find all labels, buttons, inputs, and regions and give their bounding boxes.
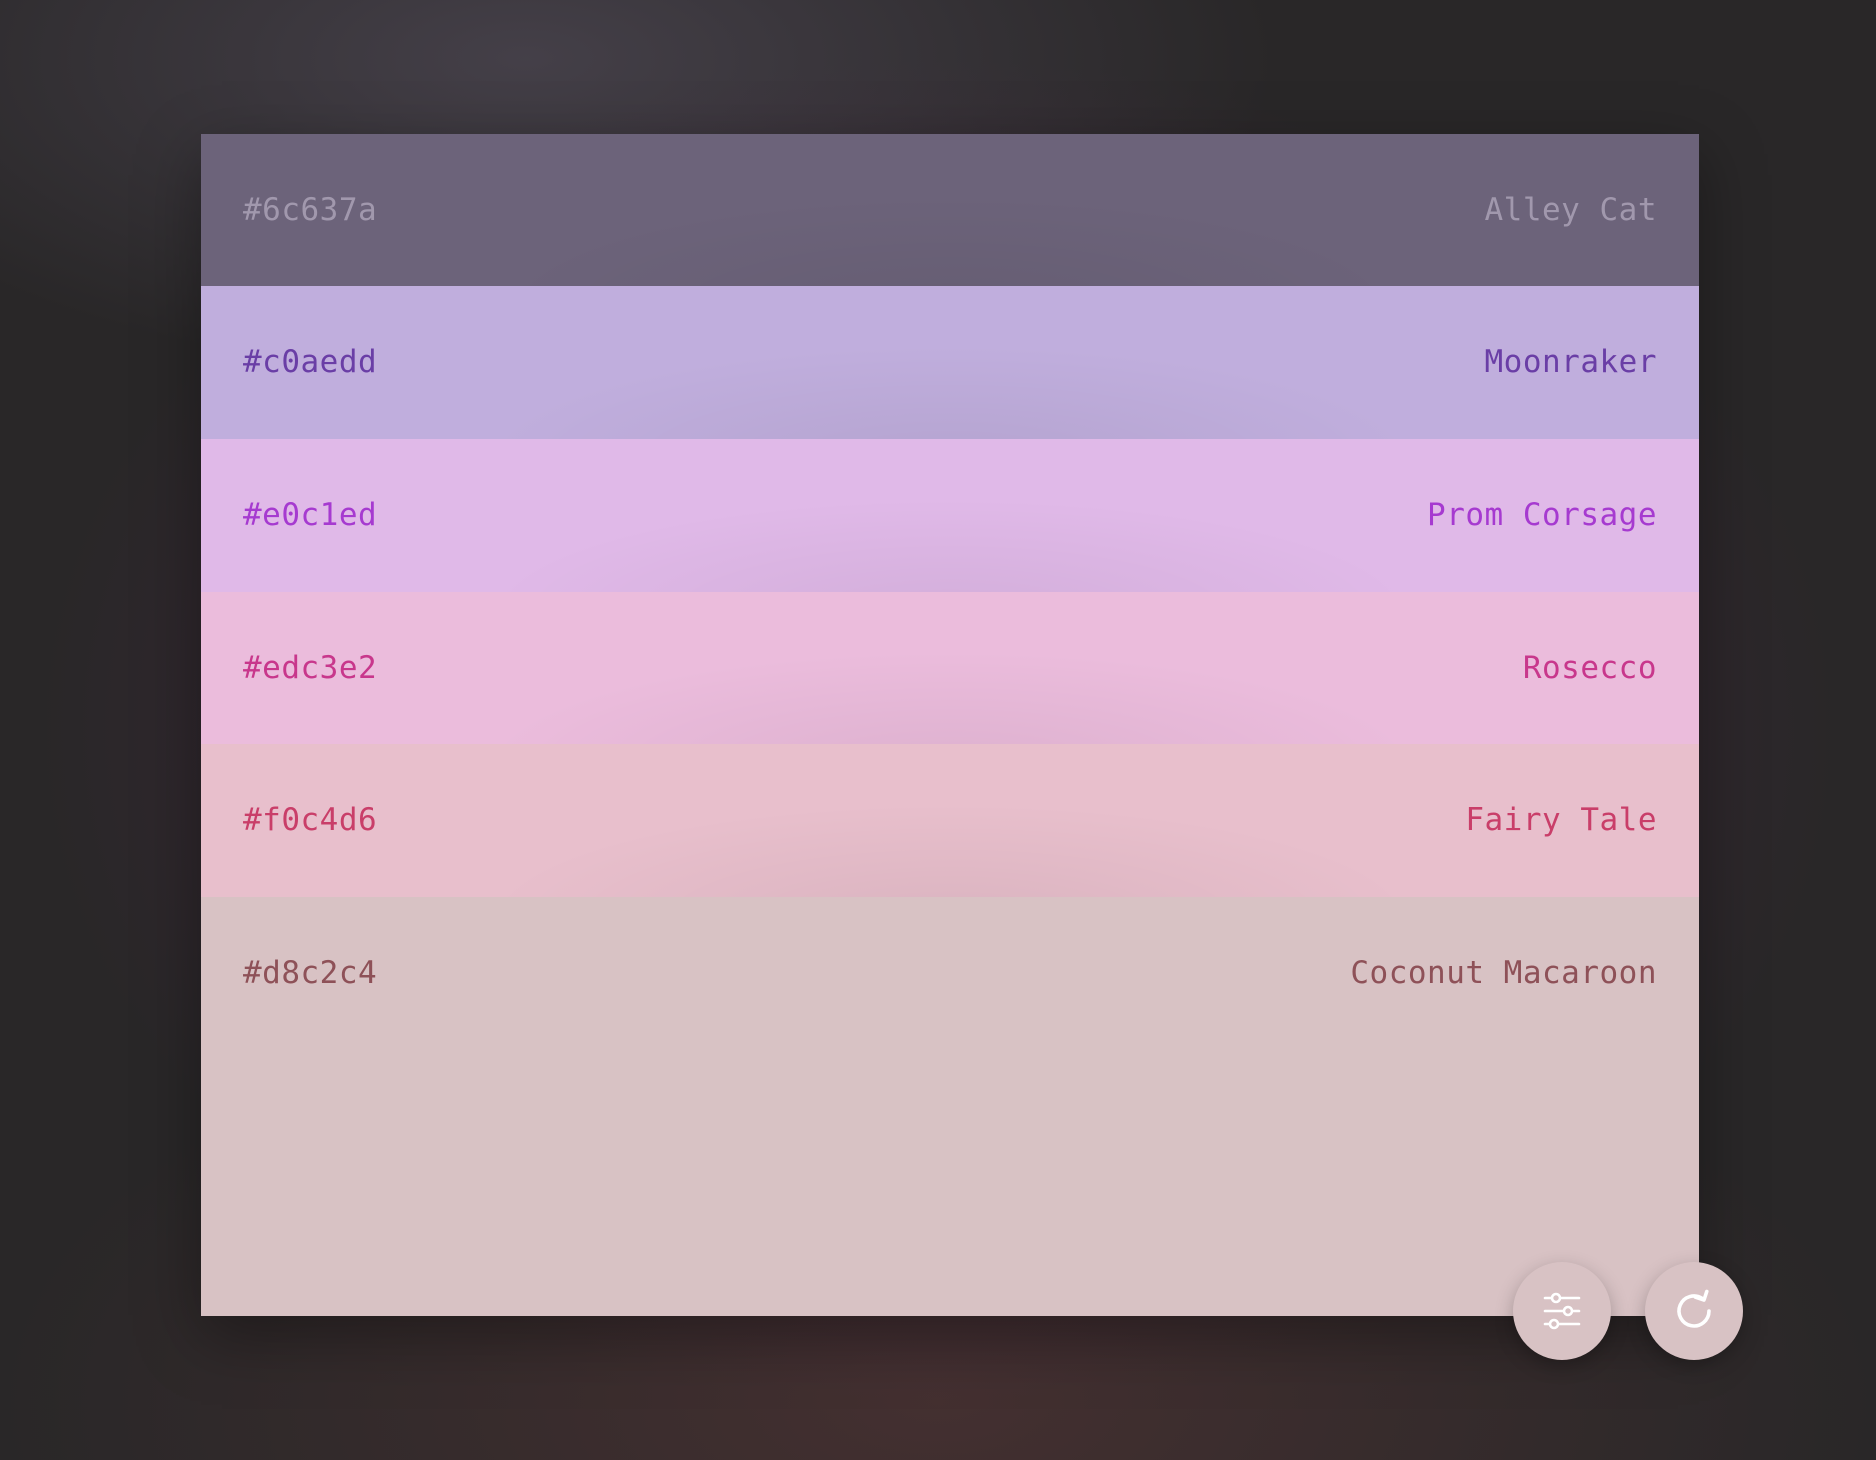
swatch-fairy-tale[interactable]: #f0c4d6 Fairy Tale [201, 744, 1699, 897]
color-palette: #6c637a Alley Cat #c0aedd Moonraker #e0c… [201, 134, 1699, 1316]
swatch-color-name: Rosecco [1522, 650, 1657, 686]
swatch-rosecco[interactable]: #edc3e2 Rosecco [201, 592, 1699, 745]
swatch-hex-code[interactable]: #c0aedd [243, 344, 377, 380]
swatch-color-name: Moonraker [1484, 344, 1657, 380]
swatch-hex-code[interactable]: #6c637a [243, 192, 377, 228]
swatch-hex-code[interactable]: #f0c4d6 [243, 802, 377, 838]
refresh-button[interactable] [1645, 1262, 1743, 1360]
swatch-color-name: Coconut Macaroon [1350, 955, 1657, 991]
swatch-color-name: Prom Corsage [1427, 497, 1657, 533]
swatch-prom-corsage[interactable]: #e0c1ed Prom Corsage [201, 439, 1699, 592]
swatch-hex-code[interactable]: #edc3e2 [243, 650, 377, 686]
swatch-color-name: Fairy Tale [1465, 802, 1657, 838]
swatch-shade [201, 592, 1699, 745]
swatch-moonraker[interactable]: #c0aedd Moonraker [201, 286, 1699, 439]
swatch-color-name: Alley Cat [1484, 192, 1657, 228]
sliders-icon [1540, 1289, 1584, 1333]
refresh-icon [1670, 1287, 1718, 1335]
swatch-alley-cat[interactable]: #6c637a Alley Cat [201, 134, 1699, 287]
swatch-hex-code[interactable]: #e0c1ed [243, 497, 377, 533]
swatch-shade [201, 134, 1699, 287]
swatch-hex-code[interactable]: #d8c2c4 [243, 955, 377, 991]
swatch-coconut-macaroon[interactable]: #d8c2c4 Coconut Macaroon [201, 897, 1699, 1316]
adjust-button[interactable] [1513, 1262, 1611, 1360]
swatch-shade [201, 286, 1699, 439]
